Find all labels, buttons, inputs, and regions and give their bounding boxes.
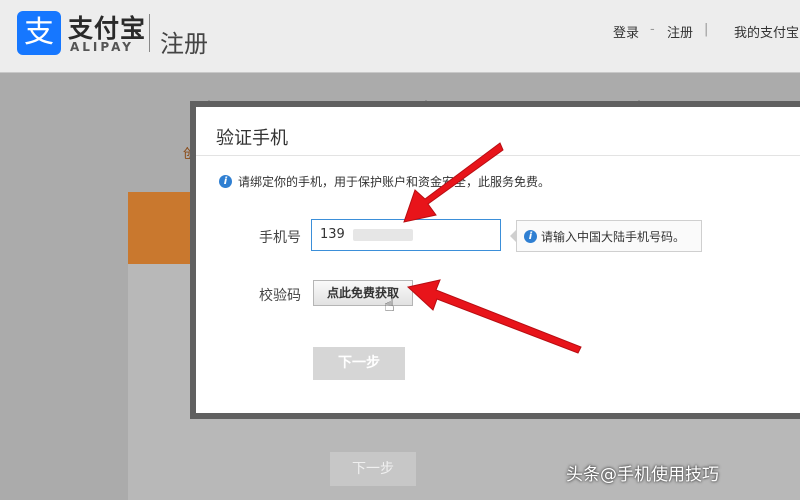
watermark-text: 头条@手机使用技巧 — [566, 465, 719, 485]
red-arrow-icon — [406, 279, 582, 354]
annotation-arrows — [403, 142, 582, 354]
red-arrow-icon — [403, 142, 504, 223]
